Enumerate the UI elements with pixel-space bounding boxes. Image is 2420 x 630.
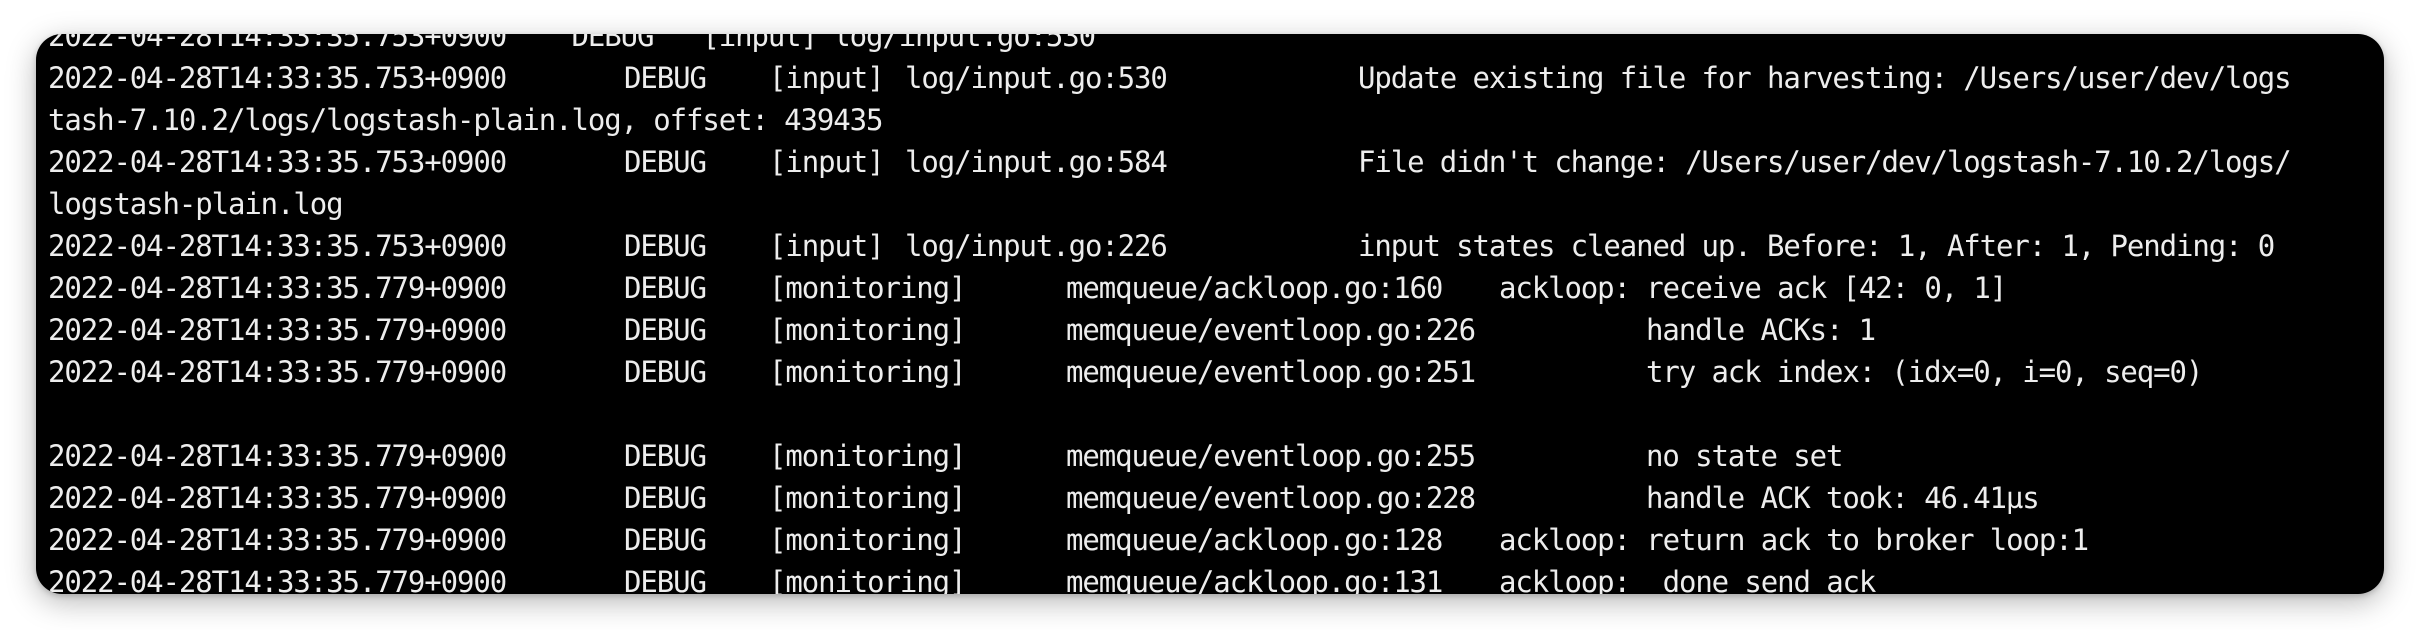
log-timestamp: 2022-04-28T14:33:35.779+0900 — [48, 271, 507, 305]
log-timestamp: 2022-04-28T14:33:35.779+0900 — [48, 313, 507, 347]
log-message: ackloop: done send ack — [1499, 565, 1876, 594]
log-message: Update existing file for harvesting: /Us… — [1358, 61, 2292, 95]
log-line-blank — [48, 393, 2384, 435]
log-message: handle ACK took: 46.41µs — [1646, 481, 2040, 515]
log-source-location: memqueue/eventloop.go:226 — [1066, 313, 1476, 347]
log-source-location: memqueue/eventloop.go:255 — [1066, 439, 1476, 473]
log-line: 2022-04-28T14:33:35.779+0900 DEBUG [moni… — [48, 351, 2384, 393]
log-level: DEBUG — [624, 565, 707, 594]
log-message: ackloop: receive ack [42: 0, 1] — [1499, 271, 2007, 305]
log-line: 2022-04-28T14:33:35.779+0900 DEBUG [moni… — [48, 309, 2384, 351]
log-text-partial: 2022-04-28T14:33:35.753+0900 DEBUG [inpu… — [48, 34, 1096, 53]
log-module: [monitoring] — [769, 271, 966, 305]
log-level: DEBUG — [624, 61, 707, 95]
log-module: [input] — [769, 145, 885, 179]
log-module: [input] — [769, 61, 885, 95]
log-message: ackloop: return ack to broker loop:1 — [1499, 523, 2089, 557]
log-level: DEBUG — [624, 439, 707, 473]
log-module: [monitoring] — [769, 481, 966, 515]
log-level: DEBUG — [624, 355, 707, 389]
log-module: [monitoring] — [769, 313, 966, 347]
log-line-continuation: logstash-plain.log — [48, 183, 2384, 225]
log-level: DEBUG — [624, 313, 707, 347]
log-timestamp: 2022-04-28T14:33:35.753+0900 — [48, 61, 507, 95]
log-line-continuation: tash-7.10.2/logs/logstash-plain.log, off… — [48, 99, 2384, 141]
log-line: 2022-04-28T14:33:35.779+0900 DEBUG [moni… — [48, 267, 2384, 309]
log-timestamp: 2022-04-28T14:33:35.779+0900 — [48, 481, 507, 515]
terminal-window[interactable]: 2022-04-28T14:33:35.753+0900 DEBUG [inpu… — [36, 34, 2384, 594]
log-line: 2022-04-28T14:33:35.753+0900 DEBUG [inpu… — [48, 57, 2384, 99]
screenshot-backdrop: 2022-04-28T14:33:35.753+0900 DEBUG [inpu… — [0, 0, 2420, 630]
log-module: [monitoring] — [769, 565, 966, 594]
log-message: handle ACKs: 1 — [1646, 313, 1876, 347]
log-level: DEBUG — [624, 523, 707, 557]
log-line: 2022-04-28T14:33:35.779+0900 DEBUG [moni… — [48, 519, 2384, 561]
log-level: DEBUG — [624, 145, 707, 179]
log-level: DEBUG — [624, 229, 707, 263]
log-source-location: memqueue/ackloop.go:128 — [1066, 523, 1443, 557]
log-line: 2022-04-28T14:33:35.779+0900 DEBUG [moni… — [48, 477, 2384, 519]
log-timestamp: 2022-04-28T14:33:35.779+0900 — [48, 439, 507, 473]
log-message: input states cleaned up. Before: 1, Afte… — [1358, 229, 2275, 263]
log-timestamp: 2022-04-28T14:33:35.779+0900 — [48, 355, 507, 389]
log-module: [monitoring] — [769, 439, 966, 473]
log-message-continuation: tash-7.10.2/logs/logstash-plain.log, off… — [48, 103, 883, 137]
log-module: [monitoring] — [769, 355, 966, 389]
terminal-log-output[interactable]: 2022-04-28T14:33:35.753+0900 DEBUG [inpu… — [48, 34, 2384, 594]
log-module: [monitoring] — [769, 523, 966, 557]
log-line: 2022-04-28T14:33:35.779+0900 DEBUG [moni… — [48, 561, 2384, 594]
log-timestamp: 2022-04-28T14:33:35.779+0900 — [48, 565, 507, 594]
log-source-location: log/input.go:226 — [905, 229, 1168, 263]
log-timestamp: 2022-04-28T14:33:35.753+0900 — [48, 229, 507, 263]
log-source-location: memqueue/eventloop.go:251 — [1066, 355, 1476, 389]
log-line-partial: 2022-04-28T14:33:35.753+0900 DEBUG [inpu… — [48, 34, 2384, 57]
log-source-location: log/input.go:530 — [905, 61, 1168, 95]
log-line: 2022-04-28T14:33:35.753+0900 DEBUG [inpu… — [48, 141, 2384, 183]
log-message: File didn't change: /Users/user/dev/logs… — [1358, 145, 2292, 179]
log-line: 2022-04-28T14:33:35.753+0900 DEBUG [inpu… — [48, 225, 2384, 267]
log-level: DEBUG — [624, 481, 707, 515]
log-line: 2022-04-28T14:33:35.779+0900 DEBUG [moni… — [48, 435, 2384, 477]
log-source-location: log/input.go:584 — [905, 145, 1168, 179]
log-source-location: memqueue/eventloop.go:228 — [1066, 481, 1476, 515]
log-level: DEBUG — [624, 271, 707, 305]
log-message: no state set — [1646, 439, 1843, 473]
log-message: try ack index: (idx=0, i=0, seq=0) — [1646, 355, 2203, 389]
log-timestamp: 2022-04-28T14:33:35.753+0900 — [48, 145, 507, 179]
log-source-location: memqueue/ackloop.go:131 — [1066, 565, 1443, 594]
log-message-continuation: logstash-plain.log — [48, 187, 344, 221]
log-source-location: memqueue/ackloop.go:160 — [1066, 271, 1443, 305]
log-module: [input] — [769, 229, 885, 263]
log-timestamp: 2022-04-28T14:33:35.779+0900 — [48, 523, 507, 557]
